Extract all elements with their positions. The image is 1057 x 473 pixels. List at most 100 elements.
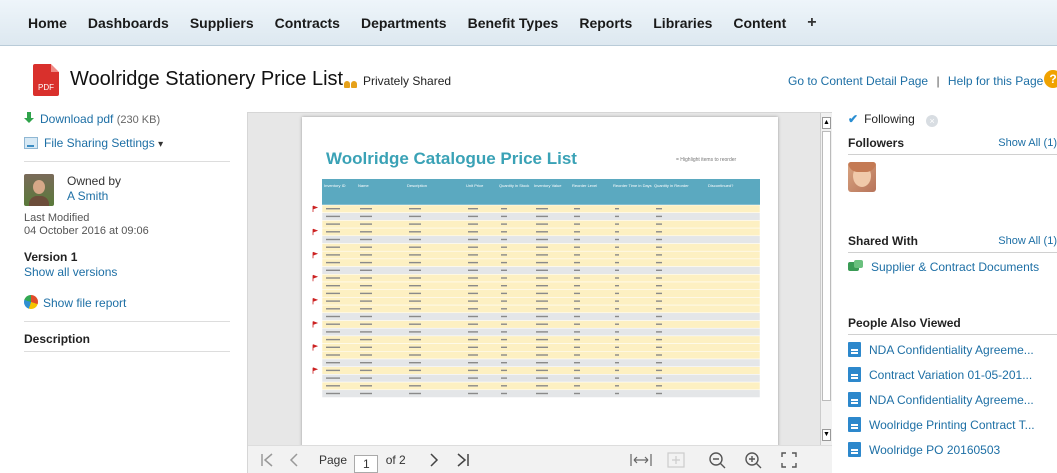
file-sharing-settings-link[interactable]: File Sharing Settings	[44, 136, 155, 150]
pdf-viewer: Woolridge Catalogue Price List = Highlig…	[247, 112, 832, 473]
cell-text	[536, 369, 548, 372]
shared-group-link[interactable]: Supplier & Contract Documents	[848, 260, 1039, 274]
follower-avatar[interactable]	[848, 162, 876, 192]
cell-text	[536, 385, 548, 387]
page-total: of 2	[385, 453, 406, 467]
nav-libraries[interactable]: Libraries	[653, 15, 712, 31]
viewer-canvas[interactable]: Woolridge Catalogue Price List = Highlig…	[248, 113, 820, 447]
cell-text	[326, 354, 340, 356]
download-pdf-link[interactable]: Download pdf	[40, 112, 113, 126]
also-viewed-item[interactable]: Woolridge Printing Contract T...	[848, 417, 1035, 432]
scroll-down-icon[interactable]: ▼	[822, 429, 831, 441]
cell-text	[574, 285, 580, 287]
help-link[interactable]: Help for this Page	[948, 74, 1043, 88]
first-page-icon[interactable]	[260, 452, 274, 468]
fullscreen-icon[interactable]	[780, 451, 798, 469]
also-viewed-item[interactable]: Contract Variation 01-05-201...	[848, 367, 1032, 382]
cell-text	[326, 392, 340, 395]
cell-text	[468, 392, 478, 395]
cell-text	[656, 223, 662, 225]
chevron-down-icon[interactable]: ▾	[158, 139, 163, 150]
file-report-link[interactable]: Show file report	[43, 296, 126, 310]
cell-text	[501, 308, 507, 310]
cell-text	[360, 215, 372, 218]
nav-departments[interactable]: Departments	[361, 15, 447, 31]
help-icon[interactable]: ?	[1044, 70, 1057, 88]
cell-text	[501, 208, 507, 210]
column-header: Inventory ID	[324, 183, 346, 188]
cell-text	[501, 385, 507, 387]
show-all-shared-link[interactable]: Show All (1)	[998, 235, 1057, 247]
cell-text	[468, 215, 478, 218]
last-page-icon[interactable]	[456, 452, 470, 468]
fit-page-icon[interactable]	[666, 451, 686, 469]
next-page-icon[interactable]	[428, 452, 440, 468]
top-navigation: Home Dashboards Suppliers Contracts Depa…	[0, 0, 1057, 46]
cell-text	[468, 292, 478, 295]
download-icon	[24, 112, 34, 124]
column-header: Description	[407, 183, 427, 188]
previous-page-icon[interactable]	[288, 452, 300, 468]
also-viewed-label: Contract Variation 01-05-201...	[869, 368, 1033, 382]
nav-content[interactable]: Content	[733, 15, 786, 31]
also-viewed-item[interactable]: NDA Confidentiality Agreeme...	[848, 392, 1034, 407]
cell-text	[615, 285, 619, 287]
nav-benefit-types[interactable]: Benefit Types	[468, 15, 559, 31]
cell-text	[574, 246, 580, 248]
following-label: Following	[864, 112, 915, 126]
cell-text	[615, 215, 619, 218]
flag-icon	[312, 321, 319, 328]
show-versions-link[interactable]: Show all versions	[24, 265, 230, 279]
cell-text	[409, 392, 421, 395]
cell-text	[501, 269, 507, 271]
zoom-out-icon[interactable]	[708, 451, 728, 469]
cell-text	[501, 223, 507, 225]
cell-text	[615, 208, 619, 210]
nav-home[interactable]: Home	[28, 15, 67, 31]
zoom-in-icon[interactable]	[744, 451, 764, 469]
cell-text	[501, 238, 507, 241]
owner-link[interactable]: A Smith	[67, 189, 121, 204]
cell-text	[360, 238, 372, 241]
cell-text	[501, 277, 507, 279]
cell-text	[656, 254, 662, 256]
owner-avatar[interactable]	[24, 174, 54, 206]
cell-text	[409, 385, 421, 387]
cell-text	[360, 385, 372, 387]
nav-suppliers[interactable]: Suppliers	[190, 15, 254, 31]
also-viewed-label: NDA Confidentiality Agreeme...	[869, 393, 1034, 407]
cell-text	[409, 261, 421, 264]
also-viewed-item[interactable]: Woolridge PO 20160503	[848, 442, 1000, 457]
cell-text	[501, 246, 507, 248]
page-number-input[interactable]: 1	[354, 455, 379, 473]
nav-reports[interactable]: Reports	[579, 15, 632, 31]
cell-text	[615, 377, 619, 379]
cell-text	[409, 300, 421, 302]
cell-text	[409, 338, 421, 341]
content-detail-link[interactable]: Go to Content Detail Page	[788, 74, 928, 88]
cell-text	[536, 246, 548, 248]
cell-text	[574, 254, 580, 256]
document-icon	[848, 342, 861, 357]
nav-dashboards[interactable]: Dashboards	[88, 15, 169, 31]
also-viewed-item[interactable]: NDA Confidentiality Agreeme...	[848, 342, 1034, 357]
cell-text	[468, 261, 478, 264]
unfollow-icon[interactable]: ×	[926, 115, 939, 127]
vertical-scrollbar[interactable]: ▲ ▼	[820, 113, 832, 445]
show-all-followers-link[interactable]: Show All (1)	[998, 137, 1057, 149]
cell-text	[468, 277, 478, 279]
scroll-up-icon[interactable]: ▲	[822, 117, 831, 129]
fit-width-icon[interactable]	[630, 453, 652, 467]
cell-text	[574, 354, 580, 356]
cell-text	[409, 277, 421, 279]
cell-text	[360, 362, 372, 364]
cell-text	[501, 323, 507, 325]
cell-text	[501, 261, 507, 264]
scroll-thumb[interactable]	[822, 131, 831, 401]
cell-text	[409, 285, 421, 287]
nav-contracts[interactable]: Contracts	[275, 15, 340, 31]
cell-text	[501, 369, 507, 372]
cell-text	[360, 300, 372, 302]
cell-text	[574, 346, 580, 348]
add-tab-icon[interactable]: +	[807, 14, 816, 32]
